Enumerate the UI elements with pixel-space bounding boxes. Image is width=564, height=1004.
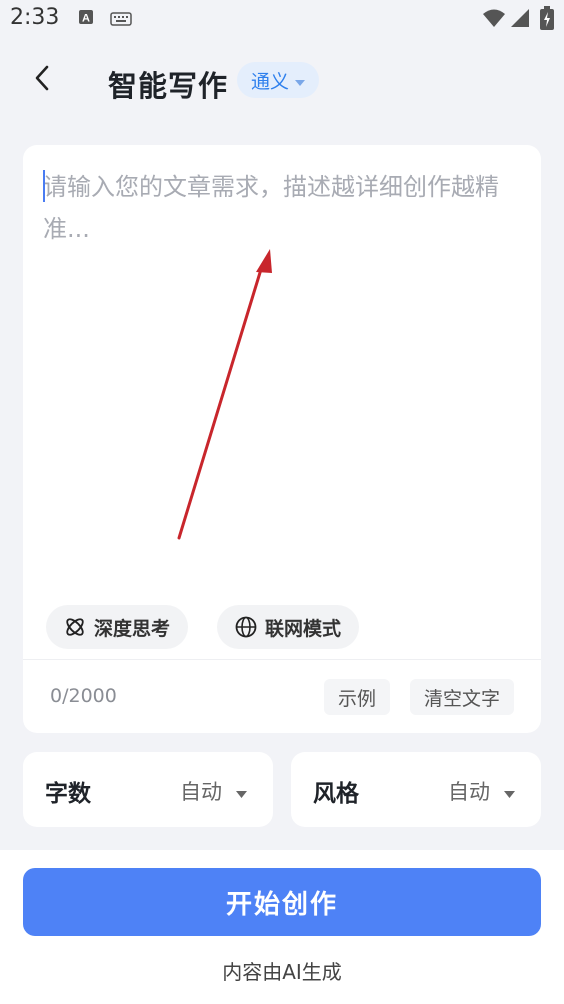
battery-icon	[540, 6, 554, 34]
cellular-signal-icon	[510, 8, 530, 32]
word-count-label: 字数	[45, 781, 91, 807]
divider	[23, 659, 541, 660]
status-bar: 2:33 A	[0, 0, 564, 40]
word-count-value-group: 自动	[180, 776, 247, 806]
keyboard-icon	[110, 11, 132, 30]
start-writing-button[interactable]: 开始创作	[23, 868, 541, 936]
style-value: 自动	[448, 780, 490, 804]
caret-down-icon	[504, 779, 515, 803]
style-value-group: 自动	[448, 776, 515, 806]
svg-text:A: A	[82, 13, 90, 25]
web-mode-toggle[interactable]: 联网模式	[217, 605, 360, 649]
word-count-selector[interactable]: 字数 自动	[23, 752, 273, 827]
globe-icon	[235, 616, 257, 638]
model-selector[interactable]: 通义	[237, 62, 320, 98]
article-request-input[interactable]: 请输入您的文章需求，描述越详细创作越精准...	[43, 166, 521, 250]
caret-down-icon	[295, 71, 306, 90]
ai-generated-note: 内容由AI生成	[222, 960, 342, 984]
word-count-value: 自动	[180, 780, 222, 804]
example-button[interactable]: 示例	[324, 679, 391, 715]
style-selector[interactable]: 风格 自动	[291, 752, 541, 827]
caret-down-icon	[236, 779, 247, 803]
wifi-icon	[482, 8, 506, 32]
editor-card: 请输入您的文章需求，描述越详细创作越精准... 深度思考 联网模式 0/2000…	[23, 145, 541, 733]
atom-icon	[64, 616, 86, 638]
header: 智能写作 通义	[0, 50, 564, 112]
page-title: 智能写作	[108, 69, 229, 103]
back-arrow-icon	[32, 64, 52, 96]
style-label: 风格	[313, 781, 359, 807]
deep-thinking-label: 深度思考	[94, 617, 171, 640]
character-counter: 0/2000	[50, 685, 117, 707]
web-mode-label: 联网模式	[265, 617, 342, 640]
status-time: 2:33	[10, 5, 60, 30]
keyboard-a-icon: A	[78, 9, 94, 29]
model-name: 通义	[251, 70, 290, 93]
bottom-bar: 开始创作 内容由AI生成	[0, 850, 564, 1004]
text-cursor	[43, 170, 45, 202]
clear-text-button[interactable]: 清空文字	[410, 679, 515, 715]
back-button[interactable]	[22, 60, 62, 100]
deep-thinking-toggle[interactable]: 深度思考	[46, 605, 189, 649]
